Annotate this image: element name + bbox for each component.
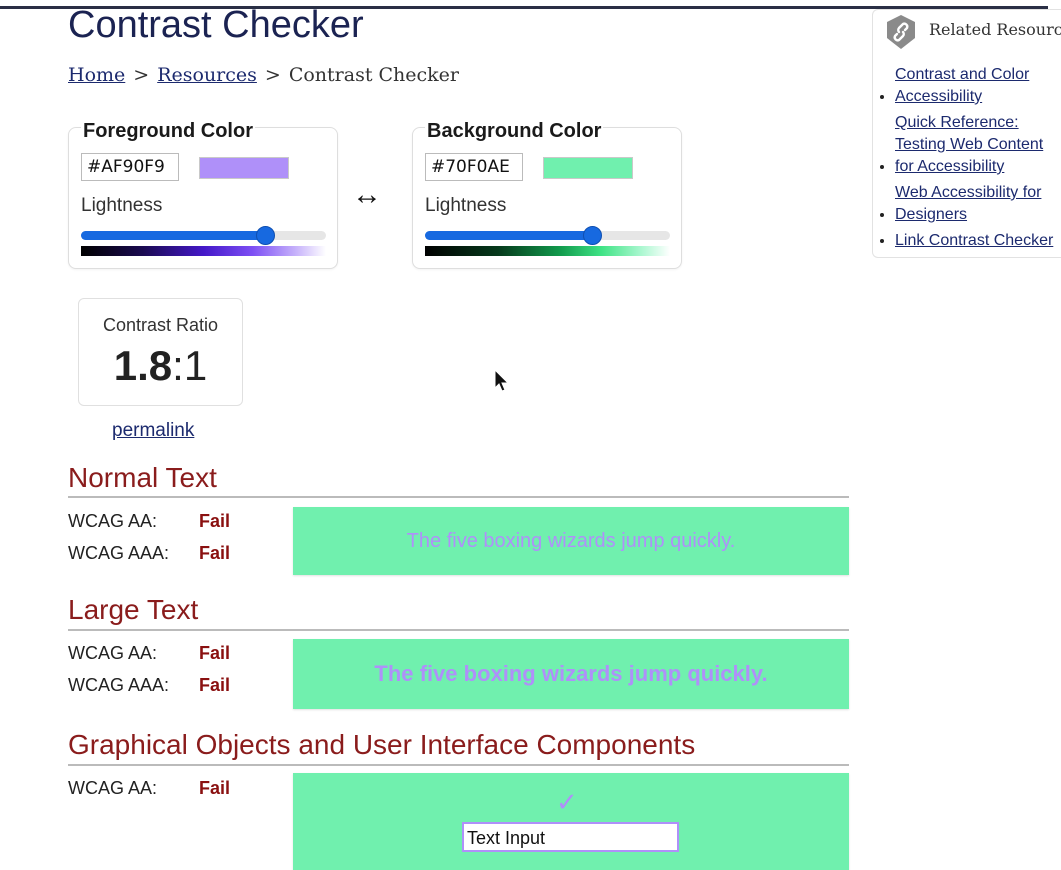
large-text-divider	[68, 629, 849, 631]
permalink-link[interactable]: permalink	[112, 420, 194, 442]
large-text-preview: The five boxing wizards jump quickly.	[293, 639, 849, 709]
graphical-aa-result: Fail	[199, 778, 231, 798]
list-item: Contrast and Color Accessibility	[895, 64, 1061, 108]
background-color-swatch[interactable]	[543, 157, 633, 179]
breadcrumb-separator: >	[133, 64, 150, 86]
list-item: Web Accessibility for Designers	[895, 182, 1061, 226]
mouse-cursor-icon	[494, 369, 510, 392]
background-color-label: Background Color	[425, 120, 604, 143]
foreground-color-swatch[interactable]	[199, 157, 289, 179]
related-resources-title: Related Resources	[929, 20, 1061, 39]
related-link-contrast-color[interactable]: Contrast and Color Accessibility	[895, 64, 1055, 108]
related-link-link-contrast-checker[interactable]: Link Contrast Checker	[895, 230, 1053, 252]
breadcrumb: Home > Resources > Contrast Checker	[68, 64, 459, 86]
background-color-panel: Background Color Lightness	[412, 120, 682, 269]
related-link-web-accessibility-designers[interactable]: Web Accessibility for Designers	[895, 182, 1055, 226]
large-aa-label: WCAG AA:	[68, 643, 158, 663]
related-resources-list: Contrast and Color Accessibility Quick R…	[873, 64, 1061, 256]
normal-aa-result: Fail	[199, 511, 231, 531]
foreground-color-panel: Foreground Color Lightness	[68, 120, 338, 269]
breadcrumb-resources-link[interactable]: Resources	[157, 64, 257, 86]
large-aaa-result: Fail	[199, 675, 231, 695]
swap-colors-icon[interactable]: ↔	[352, 178, 382, 212]
background-slider-fill	[425, 231, 592, 240]
contrast-ratio-number: 1.8	[113, 342, 173, 389]
foreground-color-label: Foreground Color	[81, 120, 255, 143]
background-hex-input[interactable]	[425, 153, 523, 181]
large-text-heading: Large Text	[68, 594, 199, 625]
normal-text-heading: Normal Text	[68, 462, 217, 493]
list-item: Quick Reference: Testing Web Content for…	[895, 112, 1061, 178]
foreground-lightness-slider[interactable]	[81, 226, 326, 245]
foreground-hex-input[interactable]	[81, 153, 179, 181]
background-lightness-label: Lightness	[425, 195, 507, 216]
normal-aaa-result: Fail	[199, 543, 231, 563]
background-slider-thumb[interactable]	[583, 226, 603, 245]
normal-text-divider	[68, 496, 849, 498]
large-aaa-label: WCAG AAA:	[68, 675, 170, 695]
background-lightness-gradient	[425, 246, 670, 256]
graphical-aa-label: WCAG AA:	[68, 778, 158, 798]
sample-text-input[interactable]	[462, 822, 679, 852]
contrast-ratio-suffix: :1	[172, 342, 208, 389]
large-aa-result: Fail	[199, 643, 231, 663]
foreground-lightness-label: Lightness	[81, 195, 163, 216]
foreground-slider-thumb[interactable]	[256, 226, 276, 245]
contrast-ratio-value: 1.8:1	[79, 342, 242, 390]
breadcrumb-home-link[interactable]: Home	[68, 64, 125, 86]
graphical-objects-preview: ✓	[293, 773, 849, 870]
contrast-ratio-box: Contrast Ratio 1.8:1	[78, 298, 243, 406]
normal-aaa-label: WCAG AAA:	[68, 543, 170, 563]
graphical-objects-heading: Graphical Objects and User Interface Com…	[68, 729, 696, 760]
foreground-slider-fill	[81, 231, 265, 240]
normal-aa-label: WCAG AA:	[68, 511, 158, 531]
breadcrumb-current: Contrast Checker	[288, 64, 460, 86]
graphical-objects-divider	[68, 764, 849, 766]
related-resources-panel: Related Resources Contrast and Color Acc…	[872, 9, 1061, 258]
normal-text-preview: The five boxing wizards jump quickly.	[293, 507, 849, 575]
checkmark-icon: ✓	[556, 787, 578, 817]
page-title: Contrast Checker	[68, 4, 364, 46]
link-icon	[887, 15, 915, 49]
related-link-quick-reference[interactable]: Quick Reference: Testing Web Content for…	[895, 112, 1055, 178]
list-item: Link Contrast Checker	[895, 230, 1061, 252]
breadcrumb-separator: >	[264, 64, 281, 86]
foreground-lightness-gradient	[81, 246, 326, 256]
background-lightness-slider[interactable]	[425, 226, 670, 245]
contrast-ratio-label: Contrast Ratio	[102, 315, 219, 335]
